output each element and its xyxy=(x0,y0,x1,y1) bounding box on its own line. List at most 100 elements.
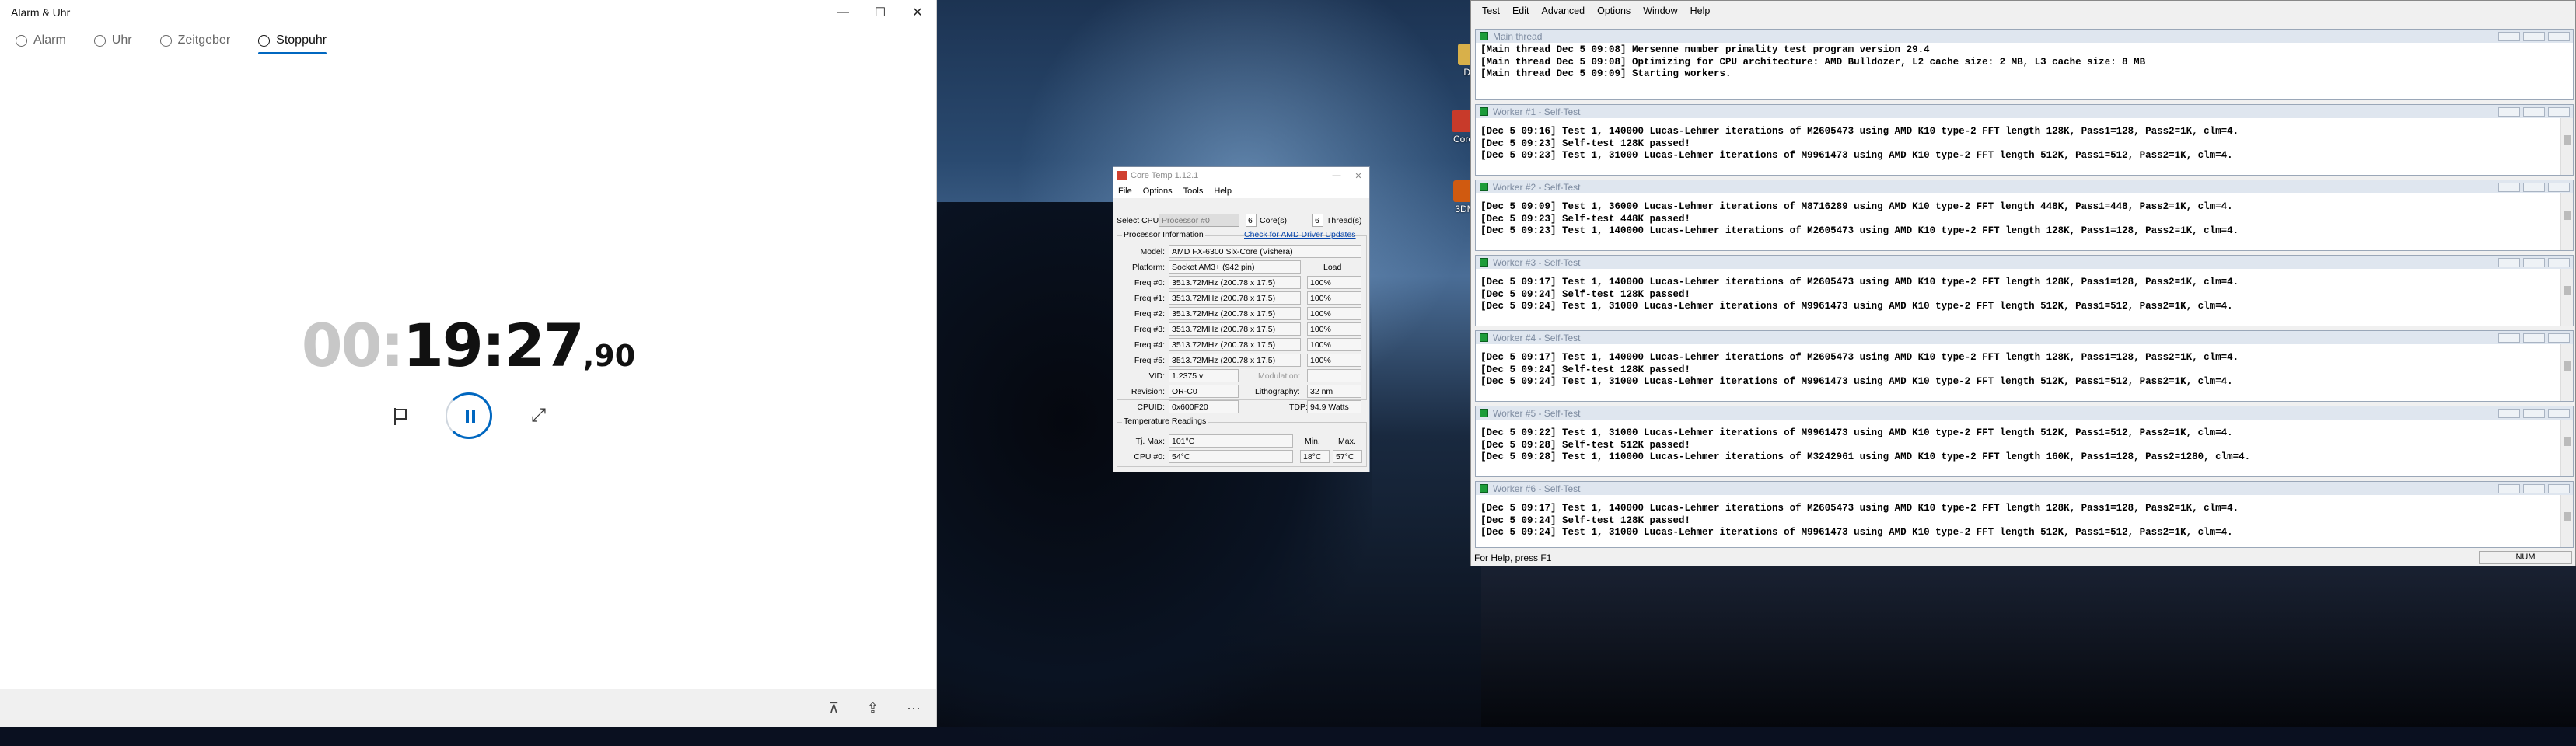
alarm-clock-window: Alarm & Uhr — ☐ ✕ Alarm Uhr Zeitgeber St… xyxy=(0,0,937,727)
status-text: For Help, press F1 xyxy=(1474,552,1552,563)
menu-help[interactable]: Help xyxy=(1690,5,1711,16)
scrollbar[interactable] xyxy=(2560,420,2573,476)
log-line: [Dec 5 09:24] Self-test 128K passed! xyxy=(1480,514,1691,526)
mdi-maximize-button[interactable] xyxy=(2523,408,2545,418)
lap-flag-button[interactable] xyxy=(388,405,410,427)
timer-icon xyxy=(159,34,172,47)
worker-window[interactable]: Worker #4 - Self-Test [Dec 5 09:17] Test… xyxy=(1475,330,2574,402)
mdi-maximize-button[interactable] xyxy=(2523,257,2545,267)
menu-help[interactable]: Help xyxy=(1214,186,1232,196)
mdi-maximize-button[interactable] xyxy=(2523,31,2545,41)
freq-load: 100% xyxy=(1307,354,1361,367)
cpuid-row: CPUID: 0x600F20 TDP: 94.9 Watts xyxy=(1113,400,1371,414)
mdi-title-bar[interactable]: Main thread xyxy=(1476,30,2573,43)
maximize-button[interactable]: ☐ xyxy=(862,0,899,25)
menu-options[interactable]: Options xyxy=(1143,186,1173,196)
mdi-maximize-button[interactable] xyxy=(2523,106,2545,117)
mdi-close-button[interactable] xyxy=(2548,257,2570,267)
tab-clock[interactable]: Uhr xyxy=(93,25,132,56)
freq-label: Freq #2: xyxy=(1134,309,1165,319)
worker-window[interactable]: Worker #1 - Self-Test [Dec 5 09:16] Test… xyxy=(1475,104,2574,176)
select-cpu-row: Select CPU: Processor #0 6 Core(s) 6 Thr… xyxy=(1117,214,1365,228)
share-button[interactable]: ⇪ xyxy=(867,700,879,716)
minimize-button[interactable]: — xyxy=(824,0,862,25)
select-cpu-dropdown[interactable]: Processor #0 xyxy=(1159,214,1239,227)
menu-advanced[interactable]: Advanced xyxy=(1541,5,1585,16)
title-bar: Alarm & Uhr — ☐ ✕ xyxy=(0,0,936,25)
mdi-minimize-button[interactable] xyxy=(2498,31,2520,41)
freq-label: Freq #0: xyxy=(1134,278,1165,288)
mdi-maximize-button[interactable] xyxy=(2523,333,2545,343)
tab-clock-label: Uhr xyxy=(111,33,132,47)
pause-button[interactable] xyxy=(445,392,492,439)
menu-window[interactable]: Window xyxy=(1643,5,1677,16)
worker-window[interactable]: Worker #5 - Self-Test [Dec 5 09:22] Test… xyxy=(1475,406,2574,477)
threads-count: 6 xyxy=(1312,214,1323,227)
log-line: [Dec 5 09:09] Test 1, 36000 Lucas-Lehmer… xyxy=(1480,201,2233,212)
log-output: [Dec 5 09:16] Test 1, 140000 Lucas-Lehme… xyxy=(1476,118,2573,175)
mdi-title-bar[interactable]: Worker #4 - Self-Test xyxy=(1476,331,2573,344)
scrollbar[interactable] xyxy=(2560,344,2573,401)
mdi-close-button[interactable] xyxy=(2548,182,2570,192)
cpu-temp-min: 18°C xyxy=(1300,450,1330,463)
menu-tools[interactable]: Tools xyxy=(1183,186,1204,196)
mdi-close-button[interactable] xyxy=(2548,483,2570,493)
freq-load: 100% xyxy=(1307,322,1361,336)
mdi-title-bar[interactable]: Worker #6 - Self-Test xyxy=(1476,482,2573,495)
mdi-minimize-button[interactable] xyxy=(2498,257,2520,267)
mdi-minimize-button[interactable] xyxy=(2498,106,2520,117)
prime95-app-icon xyxy=(1480,32,1488,40)
mdi-title-bar[interactable]: Worker #3 - Self-Test xyxy=(1476,256,2573,269)
log-line: [Main thread Dec 5 09:08] Optimizing for… xyxy=(1480,56,2146,68)
mdi-close-button[interactable] xyxy=(2548,408,2570,418)
mdi-title-bar[interactable]: Worker #2 - Self-Test xyxy=(1476,180,2573,193)
tab-alarm[interactable]: Alarm xyxy=(16,25,66,56)
mdi-close-button[interactable] xyxy=(2548,106,2570,117)
worker-window[interactable]: Worker #6 - Self-Test [Dec 5 09:17] Test… xyxy=(1475,481,2574,548)
close-button[interactable]: ✕ xyxy=(899,0,936,25)
mdi-minimize-button[interactable] xyxy=(2498,408,2520,418)
tab-stopwatch[interactable]: Stoppuhr xyxy=(258,25,327,56)
mdi-close-button[interactable] xyxy=(2548,333,2570,343)
scrollbar[interactable] xyxy=(2560,269,2573,326)
mdi-close-button[interactable] xyxy=(2548,31,2570,41)
mdi-title-bar[interactable]: Worker #1 - Self-Test xyxy=(1476,105,2573,118)
worker-window[interactable]: Worker #2 - Self-Test [Dec 5 09:09] Test… xyxy=(1475,180,2574,251)
mdi-minimize-button[interactable] xyxy=(2498,333,2520,343)
log-output: [Main thread Dec 5 09:08] Mersenne numbe… xyxy=(1476,43,2573,99)
more-button[interactable]: ··· xyxy=(907,700,921,716)
window-title: Alarm & Uhr xyxy=(11,6,71,19)
expand-button[interactable]: ⤢ xyxy=(528,405,550,427)
log-line: [Dec 5 09:17] Test 1, 140000 Lucas-Lehme… xyxy=(1480,503,2239,514)
driver-update-link[interactable]: Check for AMD Driver Updates xyxy=(1244,230,1356,239)
mdi-maximize-button[interactable] xyxy=(2523,483,2545,493)
scrollbar[interactable] xyxy=(2560,495,2573,547)
worker-window[interactable]: Worker #3 - Self-Test [Dec 5 09:17] Test… xyxy=(1475,255,2574,326)
coretemp-minimize-button[interactable]: — xyxy=(1326,171,1347,180)
revision-row: Revision: OR-C0 Lithography: 32 nm xyxy=(1113,385,1371,399)
tdp-value: 94.9 Watts xyxy=(1307,400,1361,413)
prime95-menu-bar: Test Edit Advanced Options Window Help xyxy=(1471,1,2575,21)
scrollbar[interactable] xyxy=(2560,118,2573,175)
coretemp-close-button[interactable]: ✕ xyxy=(1347,171,1369,181)
mdi-minimize-button[interactable] xyxy=(2498,483,2520,493)
tab-timer[interactable]: Zeitgeber xyxy=(159,25,230,56)
mdi-title: Worker #4 - Self-Test xyxy=(1493,332,1581,343)
scrollbar[interactable] xyxy=(2560,193,2573,250)
coretemp-app-icon xyxy=(1117,171,1127,180)
main-thread-window[interactable]: Main thread [Main thread Dec 5 09:08] Me… xyxy=(1475,29,2574,100)
mdi-minimize-button[interactable] xyxy=(2498,182,2520,192)
stopwatch-minutes-seconds: 19:27 xyxy=(402,311,585,380)
pin-button[interactable]: ⊼ xyxy=(829,700,839,716)
mdi-maximize-button[interactable] xyxy=(2523,182,2545,192)
menu-edit[interactable]: Edit xyxy=(1512,5,1529,16)
log-line: [Dec 5 09:28] Test 1, 110000 Lucas-Lehme… xyxy=(1480,451,2251,462)
menu-options[interactable]: Options xyxy=(1597,5,1631,16)
menu-test[interactable]: Test xyxy=(1482,5,1500,16)
max-header: Max. xyxy=(1338,437,1356,446)
log-line: [Dec 5 09:23] Self-test 448K passed! xyxy=(1480,213,1691,225)
log-line: [Main thread Dec 5 09:08] Mersenne numbe… xyxy=(1480,44,1930,55)
menu-file[interactable]: File xyxy=(1118,186,1132,196)
freq-value: 3513.72MHz (200.78 x 17.5) xyxy=(1169,354,1301,367)
mdi-title-bar[interactable]: Worker #5 - Self-Test xyxy=(1476,406,2573,420)
